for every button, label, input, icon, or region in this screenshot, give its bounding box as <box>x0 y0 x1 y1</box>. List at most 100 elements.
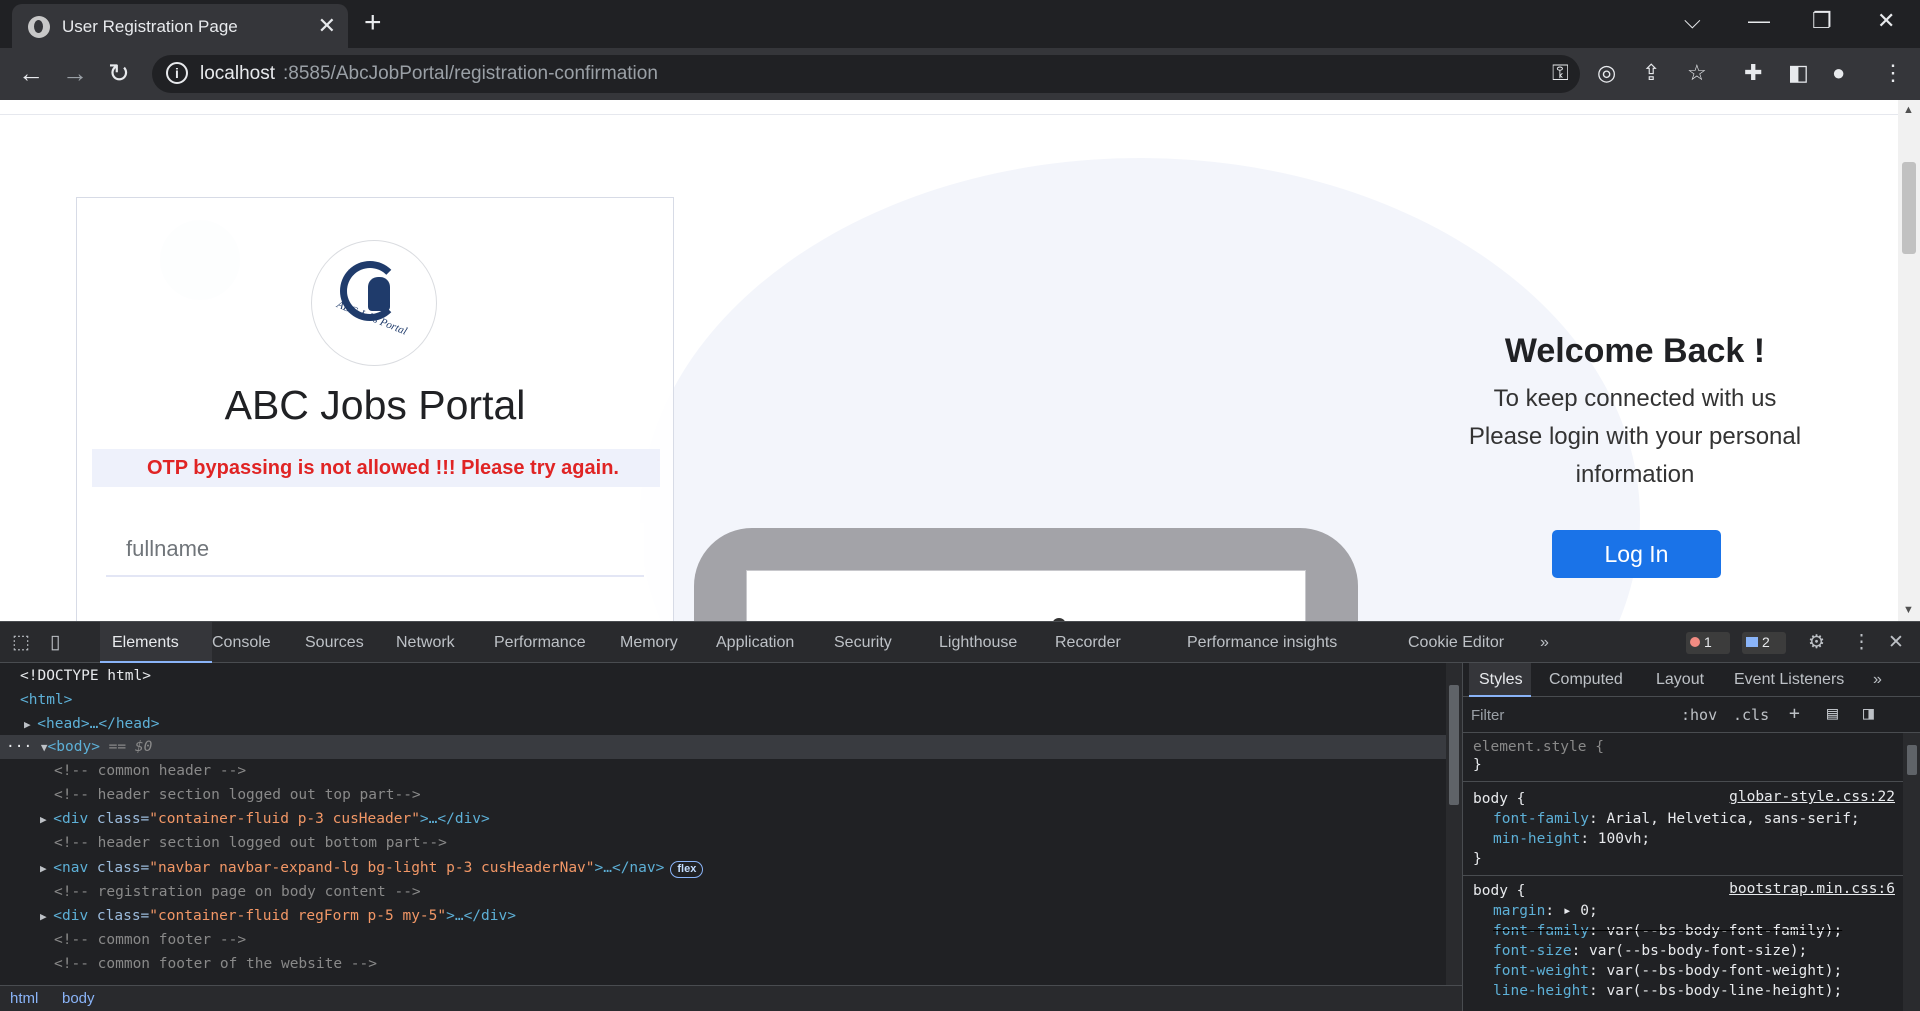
tab-layout[interactable]: Layout <box>1656 671 1704 689</box>
new-rule-icon[interactable]: + <box>1789 703 1800 724</box>
scrollbar-thumb[interactable] <box>1902 162 1916 254</box>
side-panel-icon[interactable]: ◧ <box>1788 60 1809 86</box>
login-button[interactable]: Log In <box>1552 530 1721 578</box>
devtools-close-icon[interactable]: ✕ <box>1888 631 1904 654</box>
tab-computed[interactable]: Computed <box>1549 671 1623 689</box>
css-rule-selector[interactable]: body { <box>1473 789 1525 809</box>
bookmark-star-icon[interactable]: ☆ <box>1687 60 1707 86</box>
css-rule-close: } <box>1473 851 1482 867</box>
profile-icon[interactable]: ● <box>1832 60 1845 86</box>
error-count-badge[interactable]: 1 <box>1686 632 1730 654</box>
dom-comment[interactable]: <!-- common header --> <box>54 760 246 782</box>
dom-comment[interactable]: <!-- header section logged out top part-… <box>54 784 421 806</box>
tab-styles[interactable]: Styles <box>1479 671 1523 689</box>
share-icon[interactable]: ⇪ <box>1642 60 1660 86</box>
css-declaration[interactable]: font-weight: var(--bs-body-font-weight); <box>1493 961 1842 981</box>
collapse-triangle-icon[interactable]: ▼ <box>41 741 48 754</box>
paint-icon[interactable]: ▤ <box>1827 703 1838 724</box>
laptop-illustration <box>694 528 1358 621</box>
css-declaration[interactable]: margin: ▸ 0; <box>1493 901 1598 921</box>
eye-off-icon[interactable]: ◎ <box>1597 60 1616 86</box>
css-source-link[interactable]: globar-style.css:22 <box>1729 789 1895 805</box>
dom-node[interactable]: <html> <box>20 689 72 711</box>
dom-comment[interactable]: <!-- common footer --> <box>54 929 246 951</box>
breadcrumb-html[interactable]: html <box>10 990 38 1007</box>
css-declaration[interactable]: min-height: 100vh; <box>1493 829 1650 849</box>
dom-node-selected[interactable]: ··· ▼<body> == $0 <box>6 736 152 758</box>
settings-gear-icon[interactable]: ⚙ <box>1808 631 1825 654</box>
address-bar[interactable]: i localhost :8585/AbcJobPortal/registrat… <box>152 55 1707 93</box>
tab-network[interactable]: Network <box>396 634 455 652</box>
extensions-icon[interactable]: ✚ <box>1744 60 1762 86</box>
css-source-link[interactable]: bootstrap.min.css:6 <box>1729 881 1895 897</box>
css-declaration[interactable]: line-height: var(--bs-body-line-height); <box>1493 981 1842 1001</box>
reload-icon[interactable]: ↻ <box>108 58 130 89</box>
tab-performance-insights[interactable]: Performance insights <box>1187 634 1337 652</box>
portal-logo: ABC Jobs Portal <box>311 240 437 366</box>
tab-close-icon[interactable]: ✕ <box>318 13 336 39</box>
fullname-field[interactable] <box>106 523 644 577</box>
dom-node[interactable]: ▶ <div class="container-fluid p-3 cusHea… <box>40 808 490 830</box>
dom-tree-scrollbar[interactable] <box>1446 663 1462 985</box>
page-scrollbar[interactable]: ▲ ▼ <box>1898 100 1920 621</box>
tab-application[interactable]: Application <box>716 634 794 652</box>
menu-icon[interactable]: ⋮ <box>1882 60 1904 86</box>
tab-event-listeners[interactable]: Event Listeners <box>1734 671 1844 689</box>
message-count-badge[interactable]: 2 <box>1742 632 1786 654</box>
back-icon[interactable]: ← <box>18 58 44 89</box>
ellipsis-icon: ··· <box>6 739 41 755</box>
site-info-icon[interactable]: i <box>166 62 188 84</box>
styles-scrollbar[interactable] <box>1903 733 1920 1011</box>
tab-cookie-editor[interactable]: Cookie Editor <box>1408 634 1504 652</box>
dom-comment[interactable]: <!-- common footer of the website --> <box>54 953 377 975</box>
minimize-icon[interactable]: — <box>1748 8 1770 34</box>
tab-recorder[interactable]: Recorder <box>1055 634 1121 652</box>
dom-node[interactable]: ▶ <div class="container-fluid regForm p-… <box>40 905 516 927</box>
more-tabs-icon[interactable]: » <box>1540 634 1549 652</box>
css-rule-selector[interactable]: body { <box>1473 881 1525 901</box>
tab-performance[interactable]: Performance <box>494 634 586 652</box>
scroll-down-icon[interactable]: ▼ <box>1903 604 1914 616</box>
more-tabs-icon[interactable]: » <box>1873 671 1882 689</box>
tab-elements[interactable]: Elements <box>112 634 179 652</box>
styles-filter-input[interactable] <box>1467 701 1667 729</box>
expand-triangle-icon[interactable]: ▶ <box>40 813 53 826</box>
browser-tab[interactable]: User Registration Page ✕ <box>12 4 348 48</box>
flex-badge[interactable]: flex <box>670 861 704 878</box>
scroll-up-icon[interactable]: ▲ <box>1903 104 1914 116</box>
new-tab-icon[interactable]: + <box>364 6 382 40</box>
scrollbar-thumb[interactable] <box>1907 745 1917 775</box>
css-rule-selector[interactable]: element.style { <box>1473 737 1604 757</box>
device-toolbar-icon[interactable]: ▯ <box>50 631 60 654</box>
dom-comment[interactable]: <!-- registration page on body content -… <box>54 881 421 903</box>
css-declaration[interactable]: font-size: var(--bs-body-font-size); <box>1493 941 1807 961</box>
css-declaration[interactable]: font-family: Arial, Helvetica, sans-seri… <box>1493 809 1860 829</box>
error-icon <box>1690 637 1700 647</box>
expand-triangle-icon[interactable]: ▶ <box>24 718 37 731</box>
toggle-sidebar-icon[interactable]: ◨ <box>1863 703 1874 724</box>
tab-security[interactable]: Security <box>834 634 892 652</box>
expand-triangle-icon[interactable]: ▶ <box>40 910 53 923</box>
tab-console[interactable]: Console <box>212 634 271 652</box>
key-icon[interactable]: ⚿ <box>1552 60 1569 86</box>
forward-icon[interactable]: → <box>62 58 88 89</box>
tab-memory[interactable]: Memory <box>620 634 678 652</box>
hover-state-toggle[interactable]: :hov <box>1681 706 1717 724</box>
window-close-icon[interactable]: ✕ <box>1877 8 1895 34</box>
class-toggle[interactable]: .cls <box>1733 706 1769 724</box>
tab-search-icon[interactable]: ⌵ <box>1684 8 1701 34</box>
expand-triangle-icon[interactable]: ▶ <box>40 862 53 875</box>
styles-pane: Styles Computed Layout Event Listeners »… <box>1462 663 1920 1011</box>
dom-node[interactable]: ▶ <nav class="navbar navbar-expand-lg bg… <box>40 857 704 879</box>
inspect-element-icon[interactable]: ⬚ <box>12 631 30 654</box>
css-declaration-overridden[interactable]: font-family: var(--bs-body-font-family); <box>1493 921 1842 941</box>
tab-lighthouse[interactable]: Lighthouse <box>939 634 1017 652</box>
dom-comment[interactable]: <!-- header section logged out bottom pa… <box>54 832 447 854</box>
dom-node[interactable]: <!DOCTYPE html> <box>20 665 151 687</box>
dom-node[interactable]: ▶ <head>…</head> <box>24 713 159 735</box>
restore-icon[interactable]: ❐ <box>1812 8 1832 34</box>
scrollbar-thumb[interactable] <box>1449 685 1459 805</box>
breadcrumb-body[interactable]: body <box>62 990 95 1007</box>
tab-sources[interactable]: Sources <box>305 634 364 652</box>
devtools-menu-icon[interactable]: ⋮ <box>1852 631 1871 654</box>
